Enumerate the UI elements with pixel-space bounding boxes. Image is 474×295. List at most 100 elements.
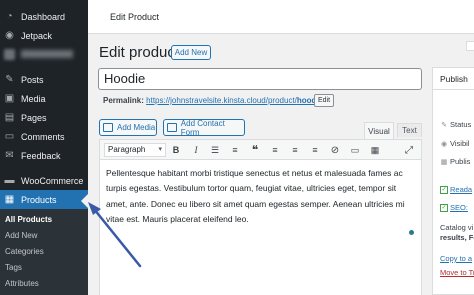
media-icon: ▣ (4, 93, 15, 104)
dashboard-icon: ◔ (6, 11, 13, 22)
toolbar-toggle-icon[interactable]: ▦ (369, 144, 381, 156)
feedback-icon: ✉ (5, 150, 14, 161)
blockquote-icon[interactable]: ❝ (249, 143, 261, 157)
move-to-trash-link[interactable]: Move to Tr (440, 268, 474, 277)
publish-box: Publish ✎ Status ◉ Visibil ▦ Publis ✓ Re… (432, 67, 474, 295)
products-icon: ▦ (4, 194, 15, 205)
editor-toolbar: Paragraph ▾ B I ☰ ≡ ❝ ≡ ≡ ≡ ⊘ ▭ ▦ ⤢ (99, 139, 422, 160)
sidebar-item-products[interactable]: ▦ Products (0, 190, 88, 209)
add-new-button[interactable]: Add New (171, 45, 211, 60)
pin-icon: ✎ (441, 121, 447, 129)
publish-visibility-row: ◉ Visibil (440, 139, 470, 148)
catalog-text-1: Catalog vi (440, 223, 474, 232)
publish-title: Publish (433, 68, 474, 90)
yoast-icon: ✓ (440, 185, 448, 194)
publish-date-row: ▦ Publis (440, 157, 471, 166)
eye-icon: ◉ (440, 140, 448, 148)
editor-content-area[interactable]: Pellentesque habitant morbi tristique se… (99, 160, 422, 295)
top-header-bar: Edit Product (88, 0, 474, 34)
trash-row[interactable]: Move to Tr (440, 268, 474, 277)
tab-visual[interactable]: Visual (364, 122, 394, 139)
editor-text: Pellentesque habitant morbi tristique se… (106, 168, 405, 224)
status-label: Status (450, 120, 472, 129)
calendar-icon: ▦ (440, 158, 448, 166)
visibility-label: Visibil (450, 139, 470, 148)
page-title: Edit product (99, 44, 180, 61)
sidebar-item-blurred[interactable] (4, 47, 79, 61)
sidebar-item-label: Pages (21, 112, 47, 123)
screen-options-tab[interactable] (466, 41, 474, 51)
more-tag-icon[interactable]: ▭ (349, 144, 361, 156)
seo-row[interactable]: ✓ SEO: (440, 203, 468, 212)
products-submenu: All Products Add New Categories Tags Att… (0, 209, 88, 295)
fullscreen-icon[interactable]: ⤢ (403, 144, 415, 156)
tab-text[interactable]: Text (397, 123, 422, 137)
product-title-input[interactable]: Hoodie (98, 68, 422, 90)
catalog-row-2: results, Fe (440, 233, 474, 242)
permalink-link[interactable]: https://johnstravelsite.kinsta.cloud/pro… (146, 96, 325, 105)
form-icon (167, 123, 177, 132)
sidebar-item-feedback[interactable]: ✉ Feedback (0, 146, 88, 165)
add-contact-form-button[interactable]: Add Contact Form (163, 118, 245, 137)
sidebar-item-label: Comments (21, 131, 65, 142)
submenu-attributes[interactable]: Attributes (5, 279, 39, 288)
active-menu-pointer (81, 194, 88, 208)
sidebar-item-label: Jetpack (21, 30, 53, 41)
align-center-icon[interactable]: ≡ (289, 144, 301, 156)
sidebar-item-label: WooCommerce (21, 175, 84, 186)
italic-icon[interactable]: I (190, 144, 202, 156)
blurred-icon (4, 48, 15, 60)
permalink-base: https://johnstravelsite.kinsta.cloud/pro… (146, 96, 297, 105)
copy-draft-row[interactable]: Copy to a (440, 254, 472, 263)
insert-link-icon[interactable]: ⊘ (329, 144, 341, 156)
numbered-list-icon[interactable]: ≡ (229, 144, 241, 156)
grammarly-dot-icon[interactable] (409, 230, 414, 235)
format-select[interactable]: Paragraph ▾ (104, 143, 166, 157)
sidebar-item-woocommerce[interactable]: ▬ WooCommerce (0, 171, 88, 190)
jetpack-icon: ◉ (5, 30, 14, 41)
sidebar-item-label: Products (21, 194, 57, 205)
add-media-button[interactable]: Add Media (99, 119, 157, 136)
sidebar-item-posts[interactable]: ✎ Posts (0, 70, 88, 89)
edit-permalink-button[interactable]: Edit (314, 94, 334, 107)
permalink-row: Permalink: https://johnstravelsite.kinst… (103, 96, 325, 105)
readability-link[interactable]: Reada (450, 185, 472, 194)
copy-draft-link[interactable]: Copy to a (440, 254, 472, 263)
sidebar-item-media[interactable]: ▣ Media (0, 89, 88, 108)
permalink-label: Permalink: (103, 96, 144, 105)
sidebar-item-jetpack[interactable]: ◉ Jetpack (0, 26, 88, 45)
catalog-text-2: results, Fe (440, 233, 474, 242)
pages-icon: ▤ (4, 112, 15, 123)
yoast-icon: ✓ (440, 203, 448, 212)
align-left-icon[interactable]: ≡ (269, 144, 281, 156)
sidebar-item-comments[interactable]: ▭ Comments (0, 127, 88, 146)
add-media-label: Add Media (117, 123, 156, 132)
sidebar-item-label: Posts (21, 74, 44, 85)
bullet-list-icon[interactable]: ☰ (209, 144, 221, 156)
submenu-add-new[interactable]: Add New (5, 231, 37, 240)
sidebar-item-label: Feedback (21, 150, 61, 161)
published-label: Publis (450, 157, 471, 166)
sidebar-item-dashboard[interactable]: ◔ Dashboard (0, 7, 88, 26)
sidebar-item-pages[interactable]: ▤ Pages (0, 108, 88, 127)
submenu-categories[interactable]: Categories (5, 247, 44, 256)
publish-status-row: ✎ Status (440, 120, 471, 129)
format-select-value: Paragraph (108, 145, 146, 154)
media-icon (103, 123, 113, 132)
sidebar-item-label: Media (21, 93, 46, 104)
submenu-tags[interactable]: Tags (5, 263, 22, 272)
sidebar-item-label: Dashboard (21, 11, 66, 22)
submenu-all-products[interactable]: All Products (5, 215, 52, 224)
align-right-icon[interactable]: ≡ (309, 144, 321, 156)
bold-icon[interactable]: B (170, 144, 182, 156)
comments-icon: ▭ (4, 131, 15, 142)
seo-link[interactable]: SEO: (450, 203, 468, 212)
add-contact-form-label: Add Contact Form (180, 118, 225, 137)
chevron-down-icon: ▾ (158, 146, 162, 153)
readability-row[interactable]: ✓ Reada (440, 185, 472, 194)
woocommerce-icon: ▬ (4, 175, 15, 186)
pin-icon: ✎ (5, 74, 14, 85)
blurred-label (21, 50, 73, 58)
topbar-title: Edit Product (110, 12, 160, 22)
catalog-row-1: Catalog vi (440, 223, 473, 232)
